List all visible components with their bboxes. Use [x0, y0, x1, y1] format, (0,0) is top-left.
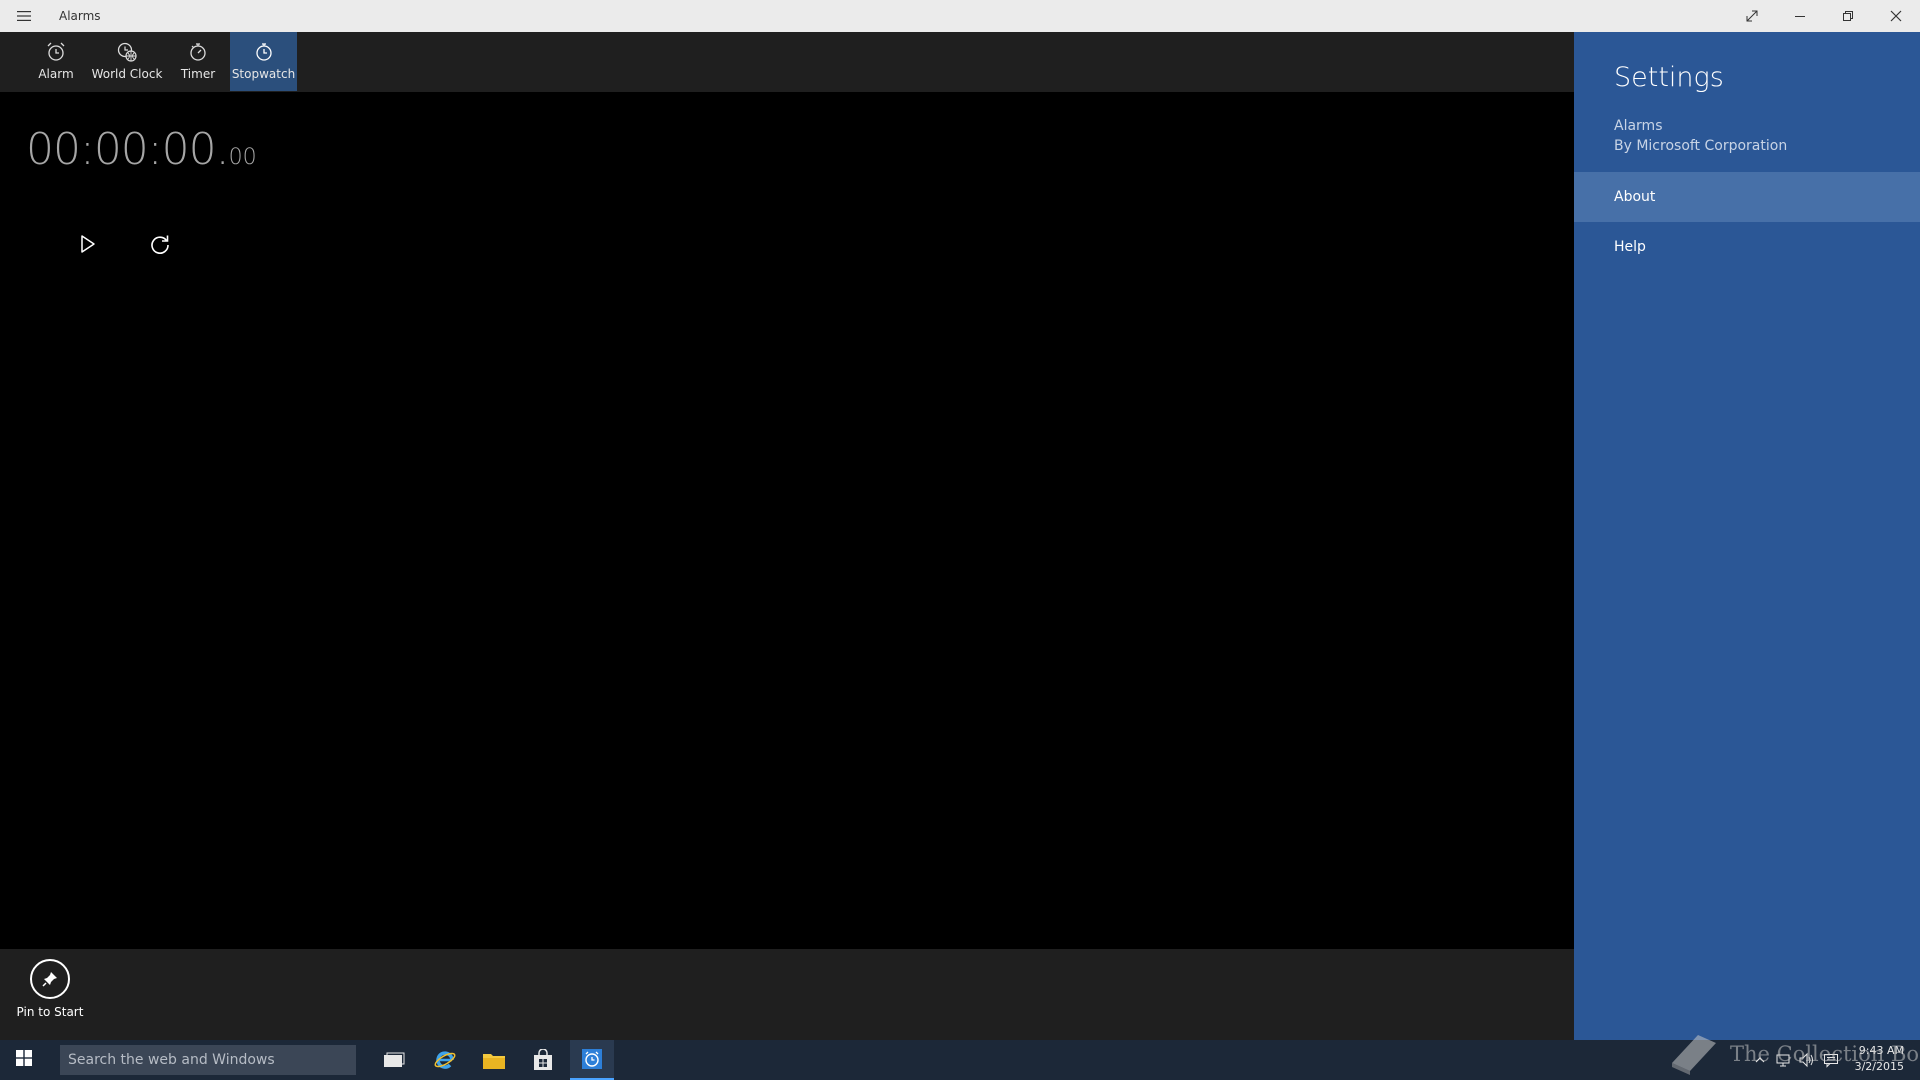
pin-icon	[30, 959, 70, 999]
internet-explorer-icon[interactable]	[423, 1040, 467, 1080]
show-hidden-icons-icon[interactable]	[1751, 1051, 1769, 1069]
close-icon[interactable]	[1872, 0, 1920, 32]
taskbar: Search the web and Windows 9:43 AM 3/2/2…	[0, 1040, 1920, 1080]
settings-app-name: Alarms	[1614, 118, 1663, 134]
tab-bar: Alarm World Clock Timer Stopwatch	[0, 32, 1574, 92]
clock-time: 9:43 AM	[1858, 1044, 1904, 1057]
tab-label: Timer	[180, 67, 216, 81]
tab-world-clock[interactable]: World Clock	[92, 32, 162, 91]
taskbar-clock[interactable]: 9:43 AM 3/2/2015	[1855, 1043, 1904, 1075]
title-bar: Alarms	[0, 0, 1920, 32]
stopwatch-time: 00:00:00.00	[26, 124, 257, 175]
play-icon	[79, 234, 97, 258]
store-icon[interactable]	[521, 1040, 565, 1080]
windows-logo-icon	[16, 1050, 32, 1070]
settings-pane: Settings Alarms By Microsoft Corporation…	[1574, 32, 1920, 1040]
taskbar-search-box[interactable]: Search the web and Windows	[60, 1045, 356, 1075]
alarm-clock-icon	[44, 41, 68, 63]
start-button[interactable]	[68, 226, 108, 266]
minimize-icon[interactable]	[1776, 0, 1824, 32]
action-center-icon[interactable]	[1822, 1051, 1840, 1069]
tab-label: World Clock	[91, 67, 163, 81]
bottom-app-bar: Pin to Start	[0, 949, 1574, 1040]
tab-label: Alarm	[38, 67, 74, 81]
file-explorer-icon[interactable]	[472, 1040, 516, 1080]
expand-icon[interactable]	[1728, 0, 1776, 32]
task-view-icon[interactable]	[372, 1040, 416, 1080]
settings-title: Settings	[1614, 62, 1724, 93]
alarms-app-icon[interactable]	[570, 1040, 614, 1080]
stopwatch-time-main: 00:00:00.	[26, 124, 230, 175]
settings-publisher: By Microsoft Corporation	[1614, 138, 1788, 154]
network-icon[interactable]	[1774, 1051, 1792, 1069]
stopwatch-icon	[252, 41, 276, 63]
world-clock-icon	[115, 41, 139, 63]
reset-icon	[149, 233, 171, 259]
app-area: Alarm World Clock Timer Stopwatch 00:00:…	[0, 32, 1574, 1040]
timer-icon	[186, 41, 210, 63]
volume-icon[interactable]	[1797, 1051, 1815, 1069]
start-button[interactable]	[0, 1040, 48, 1080]
settings-item-about[interactable]: About	[1574, 172, 1920, 222]
tab-alarm[interactable]: Alarm	[35, 32, 77, 91]
window-title: Alarms	[59, 9, 101, 23]
restore-icon[interactable]	[1824, 0, 1872, 32]
reset-button[interactable]	[140, 226, 180, 266]
tab-timer[interactable]: Timer	[178, 32, 218, 91]
settings-item-help[interactable]: Help	[1574, 222, 1920, 272]
pin-to-start-label: Pin to Start	[16, 1005, 84, 1019]
clock-date: 3/2/2015	[1854, 1060, 1904, 1073]
tab-label: Stopwatch	[231, 67, 296, 81]
stopwatch-time-hundredths: 00	[228, 145, 257, 170]
tab-stopwatch[interactable]: Stopwatch	[230, 32, 297, 91]
hamburger-menu-icon[interactable]	[8, 4, 40, 28]
pin-to-start-button[interactable]: Pin to Start	[12, 959, 88, 1031]
